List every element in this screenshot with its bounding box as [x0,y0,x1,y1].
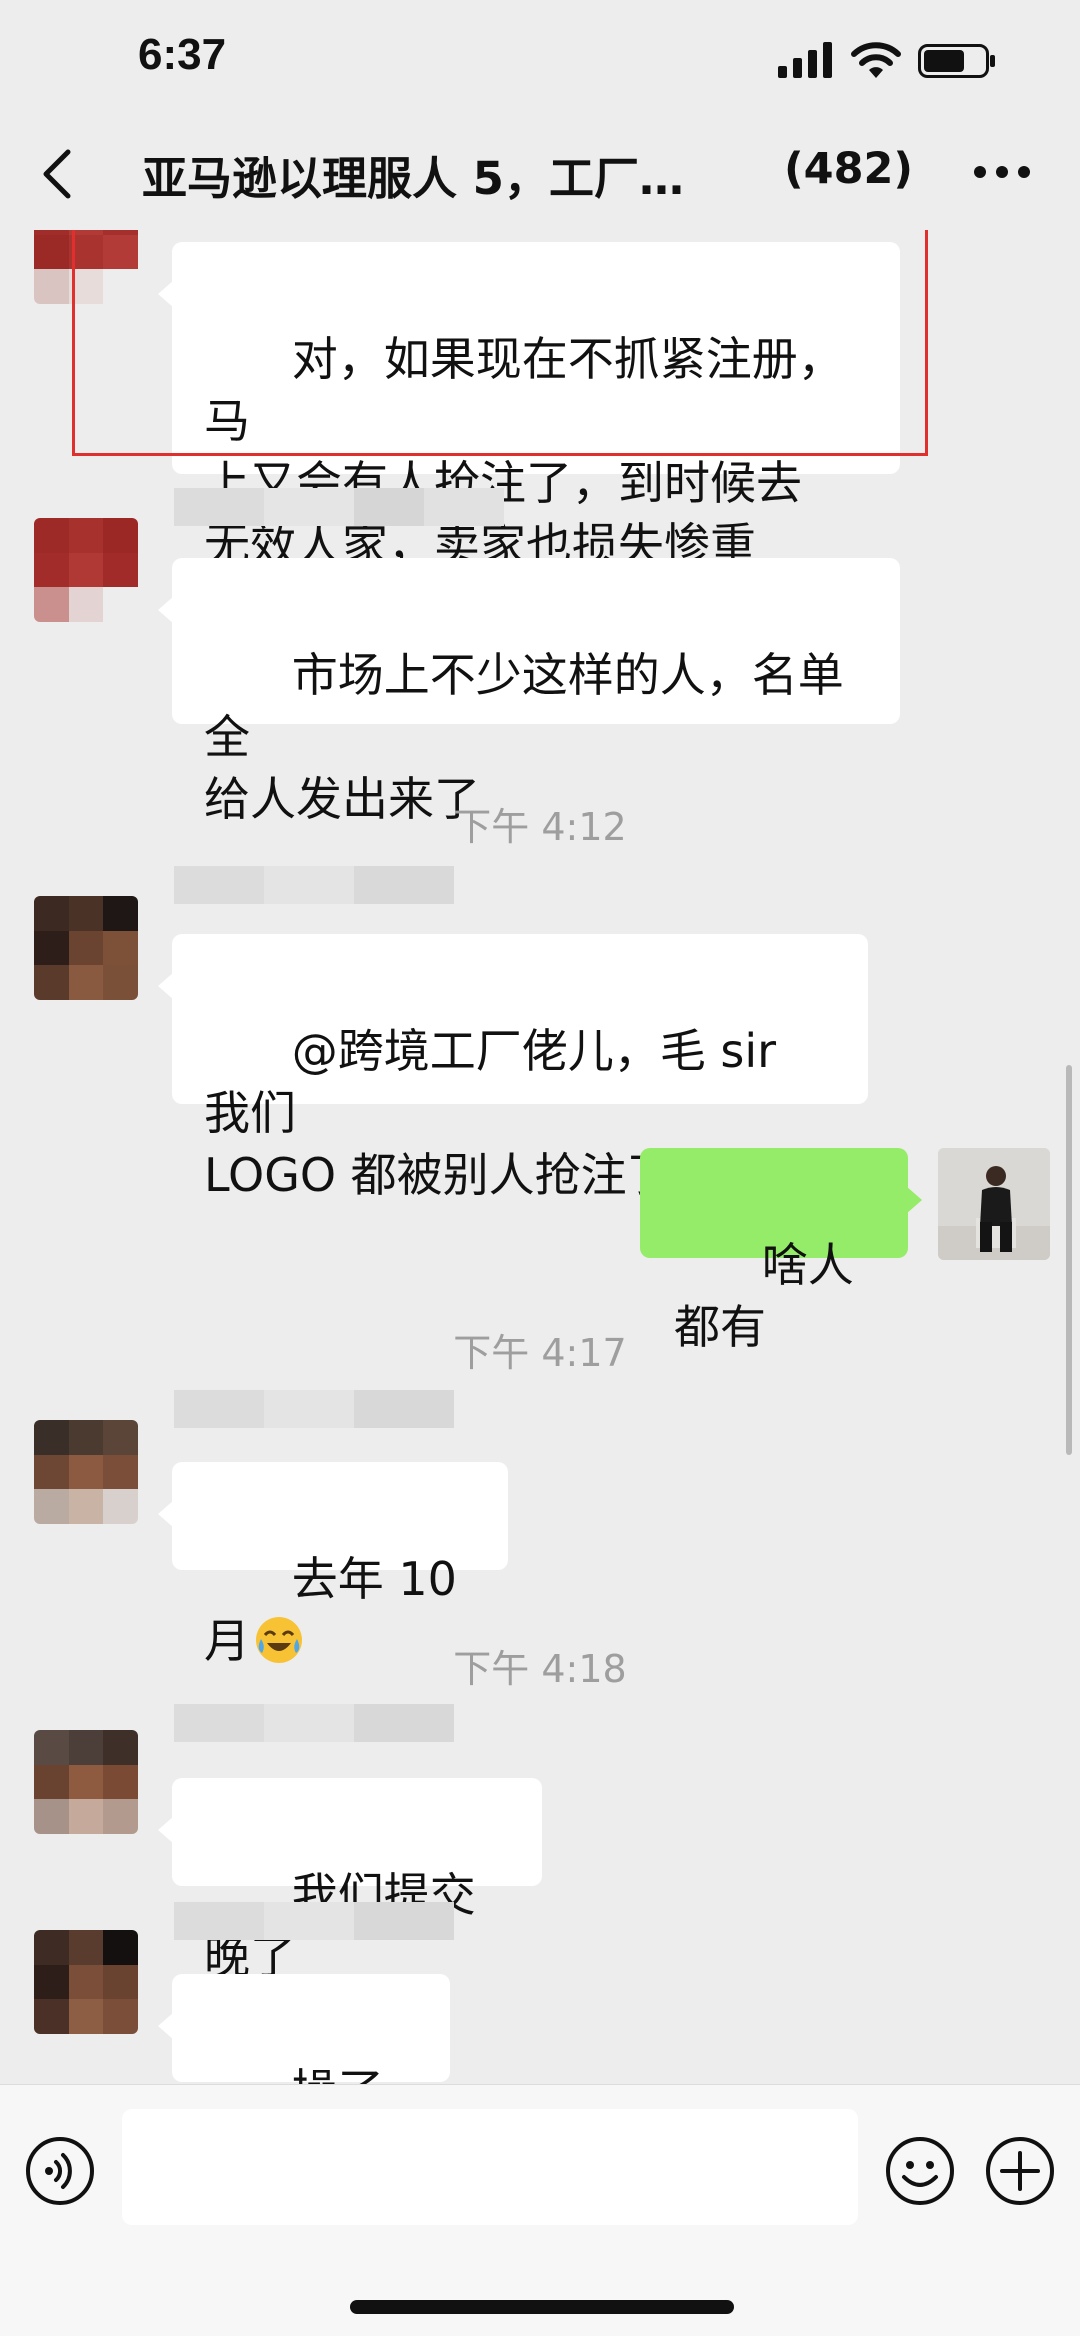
timestamp-divider: 下午 4:17 [453,1331,627,1375]
message-bubble[interactable]: 操了个蛋 [158,1974,450,2084]
message-bubble[interactable]: 去年 10月 [158,1462,508,1668]
back-chevron-icon[interactable] [36,144,76,204]
sender-name-pixelated [174,1902,454,1940]
wechat-chat-screen: 6:37 亚马逊以理服人 5，工厂… (482) 对，如果现在不抓紧注册，马 上… [0,0,1080,2336]
message-list[interactable]: 对，如果现在不抓紧注册，马 上又会有人抢注了，到时候去 无效人家，卖家也损失惨重… [0,230,1080,2084]
self-avatar[interactable] [938,1148,1050,1260]
timestamp-divider: 下午 4:18 [453,1647,627,1691]
user-photo-icon [938,1148,1050,1260]
emoji-smile-icon[interactable] [884,2135,956,2207]
more-options-icon[interactable] [972,160,1032,184]
plus-icon[interactable] [984,2135,1056,2207]
voice-input-icon[interactable] [24,2135,96,2207]
chat-header: 亚马逊以理服人 5，工厂… (482) [0,120,1080,230]
status-time: 6:37 [138,30,227,79]
message-bubble[interactable]: 市场上不少这样的人，名单全 给人发出来了 [158,558,900,826]
message-input[interactable] [122,2109,858,2225]
message-bubble[interactable]: 对，如果现在不抓紧注册，马 上又会有人抢注了，到时候去 无效人家，卖家也损失惨重 [158,242,900,572]
sender-name-pixelated [174,1390,454,1428]
input-toolbar [0,2084,1080,2336]
battery-icon [918,44,995,78]
status-bar: 6:37 [0,0,1080,120]
avatar[interactable] [34,230,138,304]
cellular-signal-icon [778,42,832,78]
sender-name-pixelated [174,488,504,526]
message-bubble[interactable]: 我们提交晚了 [158,1778,542,1984]
message-text: 对，如果现在不抓紧注册，马 上又会有人抢注了，到时候去 无效人家，卖家也损失惨重 [204,332,844,572]
avatar[interactable] [34,896,138,1000]
sender-name-pixelated [174,1704,454,1742]
message-bubble[interactable]: @跨境工厂佬儿，毛 sir 我们 LOGO 都被别人抢注了 [158,934,868,1202]
message-text: 操了个蛋 [204,2064,384,2084]
sender-name-pixelated [174,866,454,904]
timestamp-divider: 下午 4:12 [453,805,627,849]
message-bubble-self[interactable]: 啥人都有 [640,1148,922,1354]
chat-title: 亚马逊以理服人 5，工厂… [142,152,684,205]
avatar[interactable] [34,518,138,622]
avatar[interactable] [34,1420,138,1524]
member-count: (482) [784,144,914,194]
scrollbar[interactable] [1066,1065,1072,1455]
home-indicator[interactable] [350,2300,734,2314]
avatar[interactable] [34,1930,138,2034]
wifi-icon [851,42,901,78]
avatar[interactable] [34,1730,138,1834]
